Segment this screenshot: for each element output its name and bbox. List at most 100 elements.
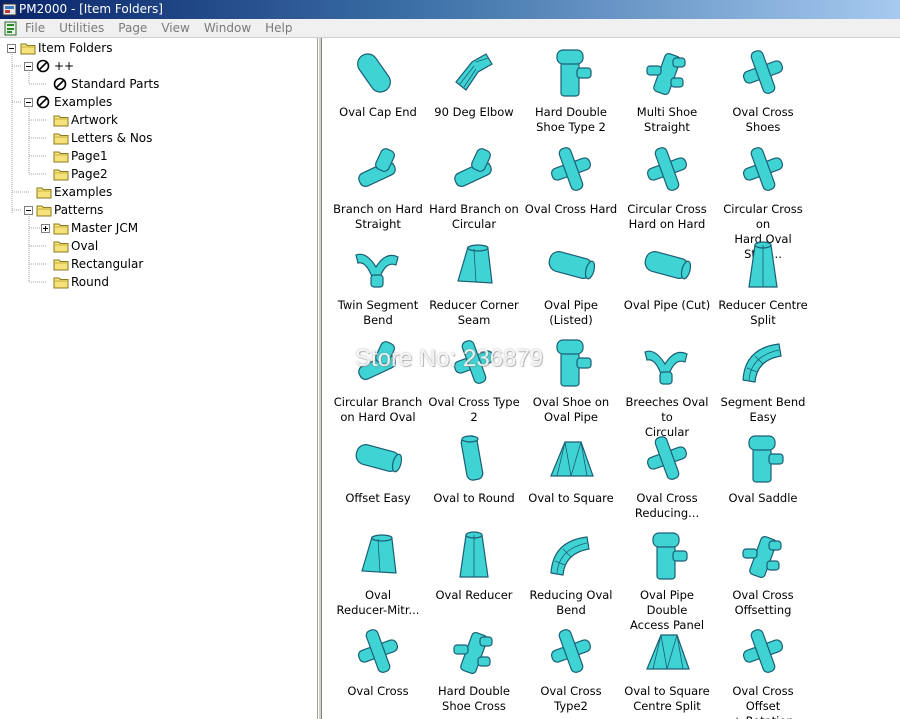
- part-item[interactable]: Oval to Round: [426, 430, 522, 506]
- part-label-line1: Oval Shoe on: [532, 394, 610, 409]
- menu-page[interactable]: Page: [118, 19, 147, 38]
- part-item[interactable]: Oval Cap End: [330, 44, 426, 120]
- part-item-label: Hard Double Shoe Type 2: [523, 105, 619, 135]
- part-item[interactable]: Oval Cross Type2: [523, 623, 619, 714]
- tree-node[interactable]: Examples: [0, 183, 318, 201]
- tree-node[interactable]: Rectangular: [0, 255, 318, 273]
- menu-view[interactable]: View: [161, 19, 189, 38]
- part-item-label: Oval to Round: [426, 491, 522, 506]
- folder-icon: [53, 241, 69, 253]
- tree-node[interactable]: ++: [0, 57, 318, 75]
- tree-node[interactable]: Master JCM: [0, 219, 318, 237]
- part-item[interactable]: Oval to Square: [523, 430, 619, 506]
- tree-node-label: Patterns: [54, 203, 104, 217]
- part-item-label: Oval Saddle: [715, 491, 811, 506]
- duct-part-icon: [460, 435, 484, 481]
- app-icon[interactable]: [2, 2, 17, 17]
- part-item[interactable]: Oval Pipe Double Access Panel: [619, 527, 715, 633]
- tree-node[interactable]: Item Folders: [0, 39, 318, 57]
- part-item[interactable]: Oval Cross Offsetting: [715, 527, 811, 618]
- part-label-line1: Oval: [364, 587, 392, 602]
- part-item[interactable]: Segment Bend Easy: [715, 334, 811, 425]
- part-item[interactable]: Oval Pipe (Listed): [523, 237, 619, 328]
- collapse-icon[interactable]: [24, 98, 33, 107]
- tree-node[interactable]: Page1: [0, 147, 318, 165]
- part-item[interactable]: Twin Segment Bend: [330, 237, 426, 328]
- duct-part-icon: [454, 147, 492, 187]
- part-item[interactable]: Multi Shoe Straight: [619, 44, 715, 135]
- duct-part-icon: [646, 634, 690, 670]
- duct-part-icon: [550, 535, 590, 576]
- part-item[interactable]: Breeches Oval to Circular: [619, 334, 715, 440]
- part-label-line1: Twin Segment: [337, 298, 419, 312]
- part-item[interactable]: Oval Reducer: [426, 527, 522, 603]
- part-label-line1: Oval Saddle: [728, 491, 798, 505]
- part-item[interactable]: Reducer Centre Split: [715, 237, 811, 328]
- part-item[interactable]: Oval Saddle: [715, 430, 811, 506]
- menu-utilities[interactable]: Utilities: [59, 19, 104, 38]
- menu-help[interactable]: Help: [265, 19, 292, 38]
- part-label-line1: Oval Pipe (Listed): [543, 298, 598, 327]
- folder-icon: [53, 223, 69, 235]
- part-item[interactable]: Offset Easy: [330, 430, 426, 506]
- tree-node[interactable]: Patterns: [0, 201, 318, 219]
- part-item[interactable]: Reducer Corner Seam: [426, 237, 522, 328]
- document-icon[interactable]: [3, 21, 18, 36]
- part-item[interactable]: Oval Pipe (Cut): [619, 237, 715, 313]
- tree-node[interactable]: Page2: [0, 165, 318, 183]
- part-item[interactable]: Oval Cross Hard: [523, 141, 619, 217]
- part-item[interactable]: Oval Cross: [330, 623, 426, 699]
- part-item[interactable]: Hard Double Shoe Type 2: [523, 44, 619, 135]
- part-item-label: 90 Deg Elbow: [426, 105, 522, 120]
- part-item-label: Oval Pipe (Listed): [523, 298, 619, 328]
- part-item[interactable]: Oval Cross Type2: [426, 334, 522, 425]
- tree-node-label: Examples: [54, 95, 113, 109]
- part-label-line1: Oval to Square: [624, 684, 710, 698]
- part-label-line1: Reducing Oval: [529, 587, 613, 602]
- title-bar: PM2000 - [Item Folders]: [0, 0, 900, 19]
- tree-node[interactable]: Oval: [0, 237, 318, 255]
- duct-part-icon: [548, 251, 596, 280]
- part-item-label: Oval Cap End: [330, 105, 426, 120]
- tree-node[interactable]: Examples: [0, 93, 318, 111]
- part-item[interactable]: Oval to Square Centre Split: [619, 623, 715, 714]
- collapse-icon[interactable]: [24, 62, 33, 71]
- part-item[interactable]: Oval Cross Shoes: [715, 44, 811, 135]
- part-item[interactable]: Branch on Hard Straight: [330, 141, 426, 232]
- part-item-label: Oval Cross Reducing...: [619, 491, 715, 521]
- part-item-label: Reducer Corner Seam: [426, 298, 522, 328]
- part-label-line1: Multi Shoe: [636, 105, 698, 119]
- part-item-label: Oval Cross: [330, 684, 426, 699]
- tree-node-label: Letters & Nos: [71, 131, 153, 145]
- part-item[interactable]: Hard Branch on Circular: [426, 141, 522, 232]
- tree-node[interactable]: Letters & Nos: [0, 129, 318, 147]
- tree-node-label: Item Folders: [38, 41, 113, 55]
- tree-node-label: ++: [54, 59, 75, 73]
- part-item[interactable]: Oval Cross Offset+ Rotation: [715, 623, 811, 719]
- tree-node[interactable]: Artwork: [0, 111, 318, 129]
- collapse-icon[interactable]: [7, 44, 16, 53]
- part-item-label: Oval Cross Type2: [523, 684, 619, 714]
- expand-icon[interactable]: [41, 224, 50, 233]
- part-item[interactable]: Hard Double Shoe Cross: [426, 623, 522, 714]
- tree-node-label: Page2: [71, 167, 108, 181]
- part-item[interactable]: Oval Reducer-Mitr...: [330, 527, 426, 618]
- duct-part-icon: [357, 53, 391, 93]
- part-item[interactable]: Oval Shoe on Oval Pipe: [523, 334, 619, 425]
- part-item[interactable]: Circular Cross Hard on Hard: [619, 141, 715, 232]
- part-label-line2: Bend: [556, 602, 586, 617]
- tree-node[interactable]: Standard Parts: [0, 75, 318, 93]
- tree-node[interactable]: Round: [0, 273, 318, 291]
- part-item[interactable]: Reducing Oval Bend: [523, 527, 619, 618]
- part-item[interactable]: Oval Cross Reducing...: [619, 430, 715, 521]
- menu-window[interactable]: Window: [204, 19, 251, 38]
- part-label-line1: Oval Cross: [636, 491, 698, 505]
- part-label-line2: Centre Split: [633, 699, 701, 713]
- collapse-icon[interactable]: [24, 206, 33, 215]
- menu-file[interactable]: File: [25, 19, 45, 38]
- part-item[interactable]: Circular Branch on Hard Oval: [330, 334, 426, 425]
- part-item-label: Hard Double Shoe Cross: [426, 684, 522, 714]
- part-item[interactable]: 90 Deg Elbow: [426, 44, 522, 120]
- folder-tree[interactable]: Item Folders ++ Standard Parts Examples Artw…: [0, 38, 318, 719]
- duct-part-icon: [652, 531, 688, 580]
